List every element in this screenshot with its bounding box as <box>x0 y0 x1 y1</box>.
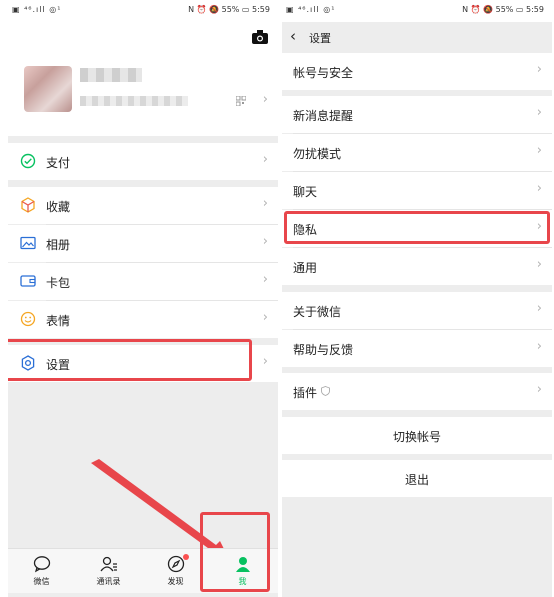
settings-item-label: 关于微信 <box>293 305 342 319</box>
highlight-box-me-tab <box>200 512 270 592</box>
logout-label: 退出 <box>404 473 429 487</box>
status-left-icons: ▣ ⁴⁶.ıll ◎¹ <box>286 5 336 14</box>
shield-icon <box>321 386 330 396</box>
chevron-right-icon: › <box>536 257 542 272</box>
tab-chats[interactable]: 微信 <box>8 549 75 593</box>
switch-account-label: 切换帐号 <box>392 430 441 444</box>
annotation-arrow <box>91 459 230 561</box>
logout-button[interactable]: 退出 <box>282 460 552 497</box>
settings-item-label: 勿扰模式 <box>293 147 342 161</box>
back-chevron-icon[interactable]: ‹ <box>290 27 296 45</box>
settings-item-label: 通用 <box>293 261 318 275</box>
notification-dot <box>183 554 189 560</box>
tab-label: 发现 <box>167 577 184 586</box>
settings-item-label: 新消息提醒 <box>293 109 354 123</box>
me-page-screen: ▣ ⁴⁶.ıll ◎¹ N ⏰ 🔕 55% ▭ 5:59 › 支付 › 收藏 ›… <box>8 0 278 597</box>
settings-screen: ▣ ⁴⁶.ıll ◎¹ N ⏰ 🔕 55% ▭ 5:59 ‹ 设置 帐号与安全 … <box>282 0 552 597</box>
settings-item-chat[interactable]: 聊天 › <box>282 172 552 209</box>
contacts-icon <box>100 556 117 572</box>
settings-item-general[interactable]: 通用 › <box>282 248 552 285</box>
settings-item-new-message-alerts[interactable]: 新消息提醒 › <box>282 96 552 133</box>
settings-item-about-wechat[interactable]: 关于微信 › <box>282 292 552 329</box>
chat-bubble-icon <box>33 556 51 573</box>
status-bar: ▣ ⁴⁶.ıll ◎¹ N ⏰ 🔕 55% ▭ 5:59 <box>282 0 552 22</box>
nav-bar: ‹ 设置 <box>282 22 552 52</box>
settings-item-label: 帐号与安全 <box>293 66 354 80</box>
settings-item-label: 帮助与反馈 <box>293 343 354 357</box>
settings-item-do-not-disturb[interactable]: 勿扰模式 › <box>282 134 552 171</box>
status-right-info: N ⏰ 🔕 55% ▭ 5:59 <box>462 5 544 14</box>
settings-item-help-feedback[interactable]: 帮助与反馈 › <box>282 330 552 367</box>
chevron-right-icon: › <box>536 143 542 158</box>
highlight-box-privacy <box>284 211 550 244</box>
chevron-right-icon: › <box>536 301 542 316</box>
switch-account-button[interactable]: 切换帐号 <box>282 417 552 454</box>
chevron-right-icon: › <box>536 339 542 354</box>
settings-item-label: 插件 <box>293 386 318 400</box>
tab-label: 微信 <box>33 577 50 586</box>
settings-item-label: 聊天 <box>293 185 318 199</box>
tab-label: 通讯录 <box>96 577 121 586</box>
chevron-right-icon: › <box>536 62 542 77</box>
tab-contacts[interactable]: 通讯录 <box>75 549 142 593</box>
page-title: 设置 <box>309 32 331 45</box>
settings-item-account-security[interactable]: 帐号与安全 › <box>282 53 552 90</box>
tab-discover[interactable]: 发现 <box>142 549 209 593</box>
chevron-right-icon: › <box>536 181 542 196</box>
settings-item-plugins[interactable]: 插件 › <box>282 373 552 410</box>
chevron-right-icon: › <box>536 382 542 397</box>
chevron-right-icon: › <box>536 105 542 120</box>
